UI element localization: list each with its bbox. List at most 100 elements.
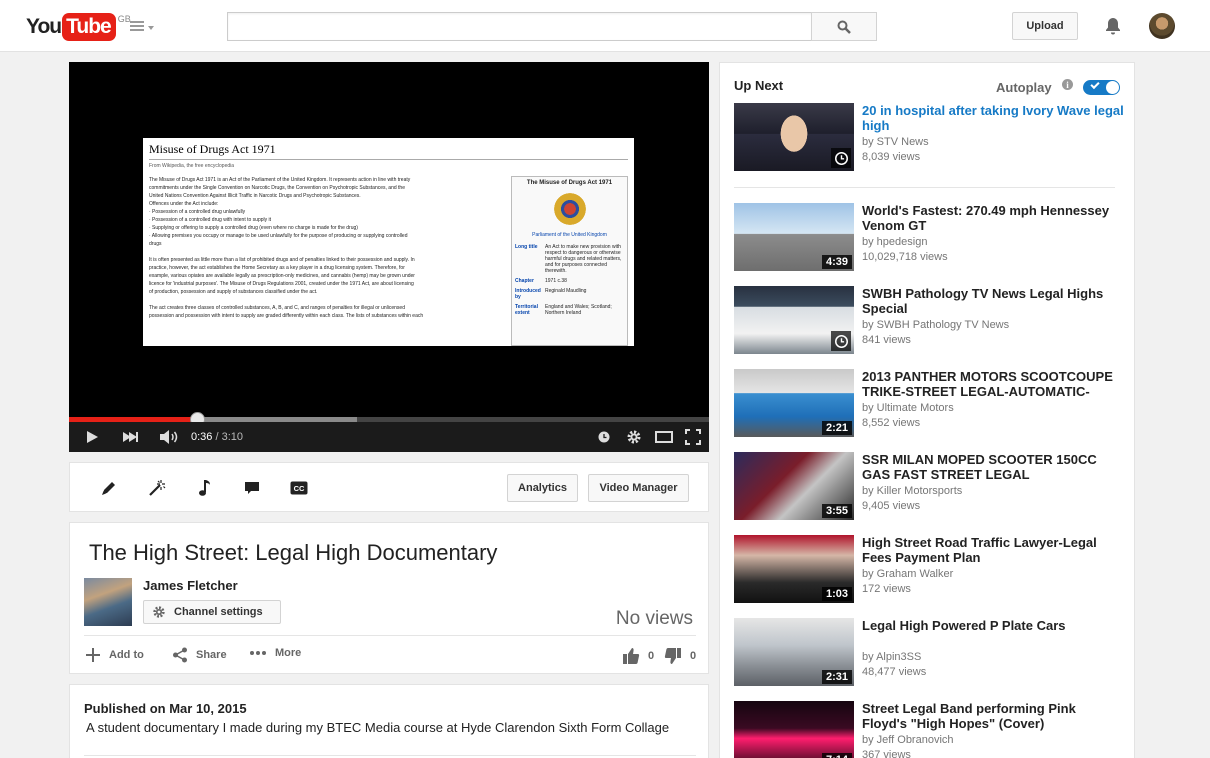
guide-menu-button[interactable] bbox=[130, 18, 156, 34]
watch-sidebar: Up Next Autoplay i 20 in hospital after … bbox=[719, 62, 1135, 758]
speech-bubble-icon bbox=[245, 482, 259, 494]
infobox-rows: Long title An Act to make new provision w… bbox=[515, 244, 624, 316]
frame-wiki-line: drugs bbox=[149, 241, 162, 247]
related-video-title[interactable]: Legal High Powered P Plate Cars bbox=[862, 618, 1124, 633]
video-thumbnail[interactable]: 4:39 bbox=[734, 203, 854, 271]
annotations-button[interactable] bbox=[241, 477, 263, 499]
upload-button[interactable]: Upload bbox=[1012, 12, 1078, 40]
related-video-title[interactable]: SWBH Pathology TV News Legal Highs Speci… bbox=[862, 286, 1124, 316]
frame-wiki-line bbox=[149, 248, 501, 256]
logo-text-you: You bbox=[26, 15, 62, 38]
account-avatar[interactable] bbox=[1149, 13, 1175, 39]
related-video-title[interactable]: 20 in hospital after taking Ivory Wave l… bbox=[862, 103, 1124, 133]
infobox-row-value: Reginald Maudling bbox=[545, 288, 587, 294]
video-thumbnail[interactable]: 7:14 bbox=[734, 701, 854, 758]
video-thumbnail[interactable]: 1:03 bbox=[734, 535, 854, 603]
related-video-channel: by SWBH Pathology TV News bbox=[862, 319, 1010, 331]
related-video-item[interactable]: 20 in hospital after taking Ivory Wave l… bbox=[734, 103, 1124, 173]
channel-avatar[interactable] bbox=[84, 578, 132, 626]
related-video-views: 172 views bbox=[862, 583, 911, 595]
related-video-item[interactable]: 2:31 Legal High Powered P Plate Cars by Al… bbox=[734, 618, 1124, 688]
infobox-row-key: Long title bbox=[515, 244, 538, 250]
video-info-card: The High Street: Legal High Documentary … bbox=[69, 522, 709, 674]
related-video-item[interactable]: 7:14 Street Legal Band performing Pink Fl… bbox=[734, 701, 1124, 758]
gear-icon bbox=[627, 430, 641, 444]
share-button[interactable]: Share bbox=[172, 647, 227, 663]
video-thumbnail[interactable]: 3:55 bbox=[734, 452, 854, 520]
theater-mode-button[interactable] bbox=[653, 422, 675, 452]
info-icon[interactable]: i bbox=[1062, 79, 1073, 90]
related-video-title[interactable]: SSR MILAN MOPED SCOOTER 150CC GAS FAST S… bbox=[862, 452, 1124, 482]
autoplay-toggle[interactable] bbox=[1083, 79, 1120, 95]
infobox-row: Introduced by Reginald Maudling bbox=[515, 288, 624, 300]
video-player[interactable]: Misuse of Drugs Act 1971 From Wikipedia,… bbox=[69, 62, 709, 452]
video-thumbnail[interactable]: 2:31 bbox=[734, 618, 854, 686]
masthead: You Tube GB Upload bbox=[0, 0, 1210, 52]
edit-video-button[interactable] bbox=[98, 477, 120, 499]
notifications-button[interactable] bbox=[1103, 16, 1123, 36]
like-button[interactable]: 0 bbox=[622, 647, 654, 665]
related-video-item[interactable]: 1:03 High Street Road Traffic Lawyer-Lega… bbox=[734, 535, 1124, 605]
frame-wiki-line: Offences under the Act include: bbox=[149, 201, 219, 207]
more-dots-icon bbox=[249, 650, 267, 656]
enhancements-button[interactable] bbox=[146, 477, 168, 499]
bell-icon bbox=[1106, 18, 1120, 35]
related-video-item[interactable]: 3:55 SSR MILAN MOPED SCOOTER 150CC GAS FA… bbox=[734, 452, 1124, 522]
duration-badge: 2:21 bbox=[821, 421, 852, 435]
share-label: Share bbox=[196, 649, 227, 661]
search-button[interactable] bbox=[811, 12, 877, 41]
watch-later-button[interactable] bbox=[595, 422, 613, 452]
frame-wiki-line: United Nations Convention Against Illici… bbox=[149, 193, 361, 199]
related-video-title[interactable]: World's Fastest: 270.49 mph Hennessey Ve… bbox=[862, 203, 1124, 233]
duration-badge: 7:14 bbox=[821, 753, 852, 758]
related-video-title[interactable]: 2013 PANTHER MOTORS SCOOTCOUPE TRIKE-STR… bbox=[862, 369, 1124, 399]
published-date: Published on Mar 10, 2015 bbox=[84, 701, 247, 716]
youtube-logo[interactable]: You Tube GB bbox=[26, 12, 131, 42]
related-video-item[interactable]: SWBH Pathology TV News Legal Highs Speci… bbox=[734, 286, 1124, 356]
watch-later-clock-icon[interactable] bbox=[831, 331, 851, 351]
dislike-button[interactable]: 0 bbox=[664, 647, 696, 665]
video-manager-button[interactable]: Video Manager bbox=[588, 474, 689, 502]
audio-button[interactable] bbox=[193, 477, 215, 499]
next-button[interactable] bbox=[119, 422, 141, 452]
captions-button[interactable]: CC bbox=[288, 477, 310, 499]
thumbs-up-icon bbox=[622, 647, 640, 665]
add-to-button[interactable]: Add to bbox=[85, 647, 144, 663]
video-thumbnail[interactable] bbox=[734, 286, 854, 354]
related-video-item[interactable]: 4:39 World's Fastest: 270.49 mph Hennesse… bbox=[734, 203, 1124, 273]
search-input[interactable] bbox=[228, 13, 812, 40]
frame-wiki-line: It is often presented as little more tha… bbox=[149, 257, 415, 263]
volume-icon bbox=[160, 430, 178, 444]
frame-wiki-line: example, various opiates are available l… bbox=[149, 273, 415, 279]
frame-wiki-line: · Possession of a controlled drug with i… bbox=[149, 217, 272, 223]
channel-name[interactable]: James Fletcher bbox=[143, 578, 238, 593]
duration-badge: 1:03 bbox=[821, 587, 852, 601]
current-time: 0:36 bbox=[191, 431, 213, 443]
infobox-row-key: Territorial extent bbox=[515, 304, 538, 316]
add-to-label: Add to bbox=[109, 649, 144, 661]
frame-wiki-line: · Allowing premises you occupy or manage… bbox=[149, 233, 408, 239]
more-button[interactable]: More bbox=[249, 647, 301, 659]
watch-later-clock-icon[interactable] bbox=[831, 148, 851, 168]
related-video-item[interactable]: 2:21 2013 PANTHER MOTORS SCOOTCOUPE TRIKE… bbox=[734, 369, 1124, 439]
channel-settings-button[interactable]: Channel settings bbox=[143, 600, 281, 624]
related-video-title[interactable]: Street Legal Band performing Pink Floyd'… bbox=[862, 701, 1124, 731]
related-video-title[interactable]: High Street Road Traffic Lawyer-Legal Fe… bbox=[862, 535, 1124, 565]
volume-button[interactable] bbox=[157, 422, 181, 452]
infobox-title: The Misuse of Drugs Act 1971 bbox=[526, 180, 613, 186]
closed-captions-icon: CC bbox=[290, 481, 308, 495]
analytics-button[interactable]: Analytics bbox=[507, 474, 578, 502]
creator-bar: CC Analytics Video Manager bbox=[69, 462, 709, 512]
search-box bbox=[227, 12, 812, 41]
gear-icon bbox=[152, 605, 166, 619]
play-button[interactable] bbox=[81, 422, 103, 452]
frame-wiki-line: possession and possession with intent to… bbox=[149, 313, 424, 319]
related-video-channel: by Alpin3SS bbox=[862, 651, 922, 663]
infobox-row-key: Chapter bbox=[515, 278, 534, 284]
video-thumbnail[interactable] bbox=[734, 103, 854, 171]
autoplay-label: Autoplay bbox=[996, 80, 1052, 95]
video-thumbnail[interactable]: 2:21 bbox=[734, 369, 854, 437]
settings-button[interactable] bbox=[624, 422, 644, 452]
fullscreen-button[interactable] bbox=[682, 422, 704, 452]
related-video-views: 48,477 views bbox=[862, 666, 927, 678]
